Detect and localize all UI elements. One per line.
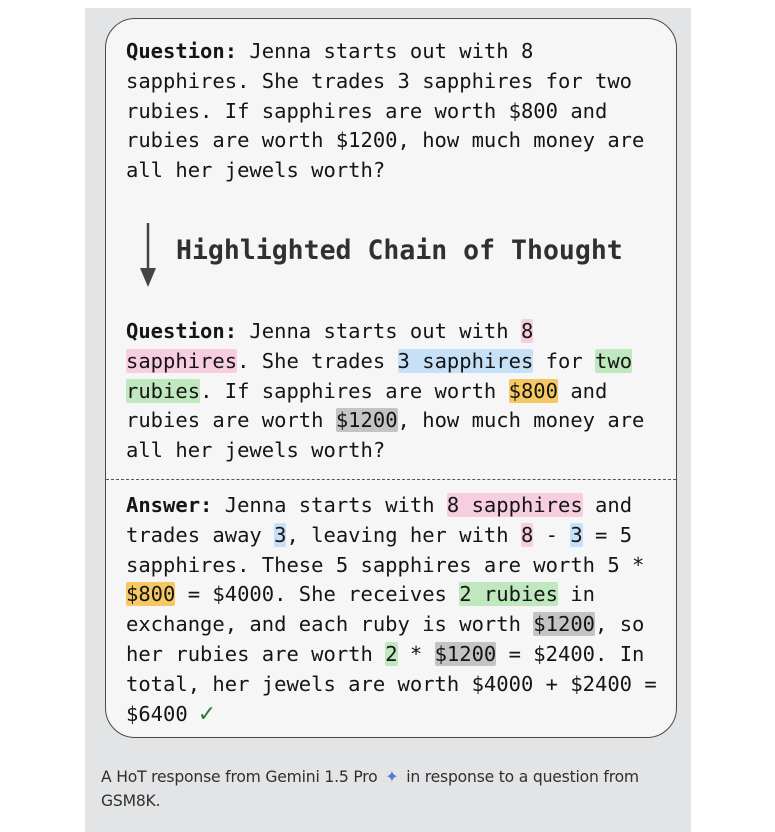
figure-panel: Question: Jenna starts out with 8 sapphi… — [85, 8, 691, 832]
highlight-fact-1200: $1200 — [434, 641, 497, 666]
highlight-fact-8: 8 — [520, 522, 534, 547]
highlight-fact-800: $800 — [126, 582, 176, 607]
checkmark-icon: ✓ — [197, 701, 217, 727]
highlight-fact-1200: $1200 — [335, 408, 398, 433]
highlighted-answer: Answer: Jenna starts with 8 sapphires an… — [126, 493, 657, 727]
highlight-fact-3: 3 — [570, 522, 583, 547]
highlight-fact-800: $800 — [508, 378, 558, 403]
original-question: Question: Jenna starts out with 8 sapphi… — [126, 39, 645, 183]
dashed-divider — [106, 479, 676, 480]
highlight-fact-8-sapphires: 8 sapphires — [446, 493, 583, 517]
highlight-fact-two: two — [595, 348, 633, 373]
figure-caption: A HoT response from Gemini 1.5 Pro ✦ in … — [101, 767, 639, 810]
example-card: Question: Jenna starts out with 8 sapphi… — [105, 18, 677, 738]
answer-label: Answer: — [126, 493, 213, 517]
question-label: Question: — [126, 39, 238, 63]
highlighted-question: Question: Jenna starts out with 8 sapphi… — [126, 319, 645, 463]
highlight-fact-sapphires: sapphires — [126, 348, 238, 373]
highlight-fact-3: 3 — [274, 522, 287, 547]
highlight-fact-1200: $1200 — [533, 612, 596, 637]
highlight-fact-8: 8 — [520, 319, 534, 343]
highlight-fact-2: 2 — [385, 641, 398, 666]
highlight-fact-2-rubies: 2 rubies — [459, 582, 558, 607]
down-arrow-icon — [140, 223, 156, 287]
question-label: Question: — [126, 319, 238, 343]
highlight-fact-3-sapphires: 3 sapphires — [397, 348, 534, 373]
gemini-sparkle-icon: ✦ — [385, 767, 399, 786]
hot-title: Highlighted Chain of Thought — [176, 235, 623, 266]
highlight-fact-rubies: rubies — [126, 378, 201, 403]
